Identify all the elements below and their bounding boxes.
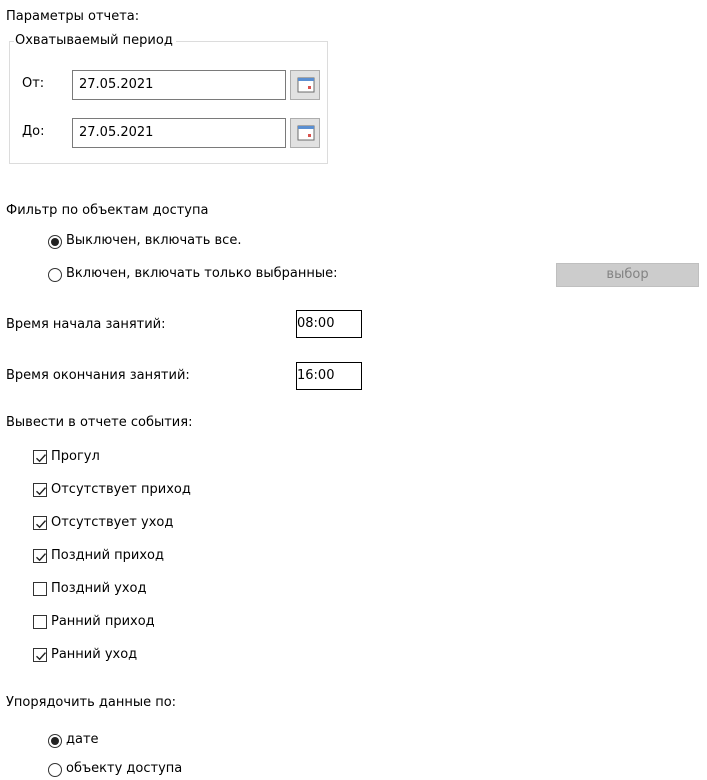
filter-off-label: Выключен, включать все. — [66, 233, 242, 248]
start-time-label: Время начала занятий: — [6, 317, 166, 332]
event-label: Ранний уход — [51, 647, 138, 662]
to-date-input[interactable]: 27.05.2021 — [72, 118, 286, 148]
checkmark-icon — [36, 553, 47, 562]
report-params-title: Параметры отчета: — [6, 9, 140, 24]
sort-by-object-label: объекту доступа — [66, 761, 183, 776]
event-checkbox[interactable] — [33, 582, 47, 596]
sort-by-date-radio[interactable] — [48, 734, 62, 748]
sort-by-object-radio[interactable] — [48, 763, 62, 777]
end-time-input[interactable]: 16:00 — [296, 362, 362, 390]
report-parameters-panel: Параметры отчета: Охватываемый период От… — [0, 0, 707, 780]
to-calendar-button[interactable] — [290, 118, 320, 148]
event-checkbox[interactable] — [33, 549, 47, 563]
access-filter-title: Фильтр по объектам доступа — [6, 203, 209, 218]
event-checkbox[interactable] — [33, 615, 47, 629]
sort-by-date-label: дате — [66, 732, 99, 747]
checkmark-icon — [36, 454, 47, 463]
sort-title: Упорядочить данные по: — [6, 695, 177, 710]
event-label: Прогул — [51, 449, 100, 464]
filter-on-radio[interactable] — [48, 268, 62, 282]
filter-on-label: Включен, включать только выбранные: — [66, 266, 338, 281]
events-title: Вывести в отчете события: — [6, 415, 193, 430]
event-label: Поздний приход — [51, 548, 164, 563]
checkmark-icon — [36, 652, 47, 661]
period-legend: Охватываемый период — [14, 32, 176, 50]
calendar-icon — [297, 125, 315, 141]
event-checkbox[interactable] — [33, 648, 47, 662]
event-label: Отсутствует уход — [51, 515, 174, 530]
event-label: Отсутствует приход — [51, 482, 191, 497]
from-label: От: — [22, 76, 45, 91]
end-time-label: Время окончания занятий: — [6, 368, 190, 383]
filter-off-radio[interactable] — [48, 235, 62, 249]
calendar-icon — [297, 77, 315, 93]
select-objects-button[interactable]: выбор — [556, 263, 699, 287]
from-calendar-button[interactable] — [290, 70, 320, 100]
event-checkbox[interactable] — [33, 450, 47, 464]
to-label: До: — [22, 124, 45, 139]
event-label: Поздний уход — [51, 581, 147, 596]
event-checkbox[interactable] — [33, 516, 47, 530]
checkmark-icon — [36, 487, 47, 496]
start-time-input[interactable]: 08:00 — [296, 310, 362, 338]
event-checkbox[interactable] — [33, 483, 47, 497]
event-label: Ранний приход — [51, 614, 155, 629]
checkmark-icon — [36, 520, 47, 529]
from-date-input[interactable]: 27.05.2021 — [72, 70, 286, 100]
